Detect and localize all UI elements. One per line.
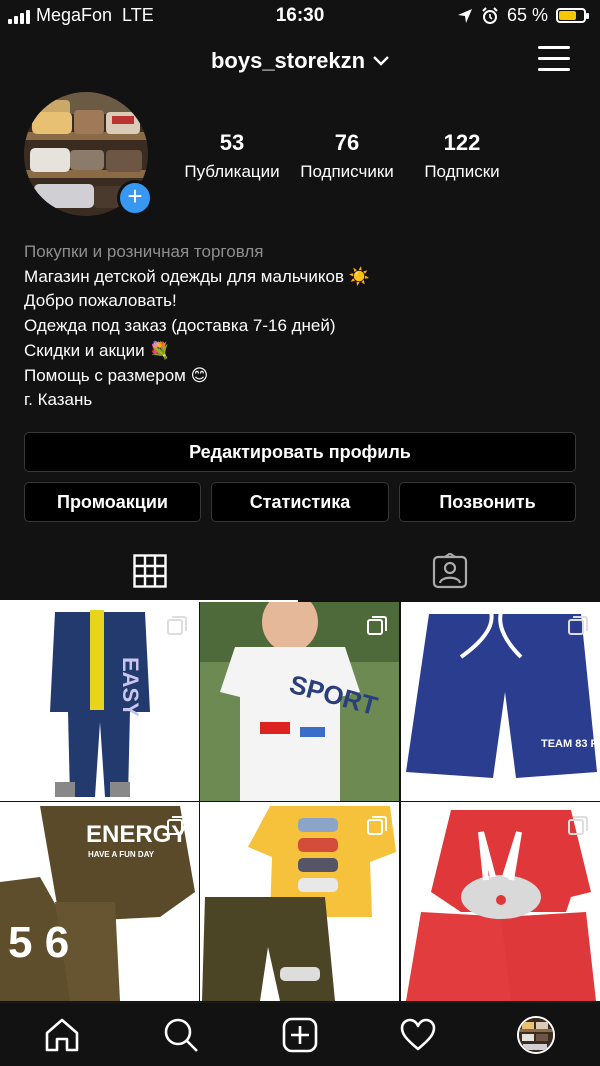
posts-count: 53 xyxy=(219,130,245,155)
bio-location: г. Казань xyxy=(24,390,93,410)
post-thumbnail[interactable] xyxy=(401,802,600,1001)
nav-profile[interactable] xyxy=(516,1015,556,1055)
search-icon xyxy=(164,1018,198,1052)
edit-profile-button[interactable]: Редактировать профиль xyxy=(24,432,576,472)
menu-icon[interactable] xyxy=(538,46,570,74)
home-icon xyxy=(45,1018,79,1052)
bio-line: Одежда под заказ (доставка 7-16 дней) xyxy=(24,316,336,336)
followers-count: 76 xyxy=(334,130,360,155)
location-icon xyxy=(457,8,472,23)
heart-icon xyxy=(400,1018,436,1051)
nav-activity[interactable] xyxy=(398,1015,438,1055)
battery-icon xyxy=(556,8,589,23)
grid-icon xyxy=(133,554,167,588)
post-numbers: 5 6 xyxy=(8,918,69,967)
multiple-photos-icon xyxy=(167,616,187,635)
insights-button[interactable]: Статистика xyxy=(211,482,389,522)
profile-stats: 53 Публикации 76 Подписчики 122 Подписки xyxy=(176,130,512,190)
nav-home[interactable] xyxy=(42,1015,82,1055)
add-post-icon xyxy=(282,1017,318,1053)
multiple-photos-icon xyxy=(568,816,588,835)
promotions-button[interactable]: Промоакции xyxy=(24,482,201,522)
stat-posts[interactable]: 53 Публикации xyxy=(176,130,288,182)
call-button[interactable]: Позвонить xyxy=(399,482,576,522)
following-label: Подписки xyxy=(424,162,500,181)
profile-avatar-icon xyxy=(517,1016,555,1054)
add-story-button[interactable]: + xyxy=(117,180,153,216)
post-thumbnail[interactable]: EASY xyxy=(0,602,199,801)
posts-grid: EASY SPORT TEAM 83 PLAYER xyxy=(0,602,600,1002)
posts-label: Публикации xyxy=(184,162,280,181)
profile-tabs xyxy=(0,540,600,602)
bio-line: Добро пожаловать! xyxy=(24,291,177,311)
status-bar: MegaFon LTE 16:30 65 % xyxy=(0,0,600,34)
stat-following[interactable]: 122 Подписки xyxy=(406,130,518,182)
post-text: EASY xyxy=(118,657,143,717)
tab-tagged[interactable] xyxy=(300,540,600,602)
battery-percent: 65 % xyxy=(506,5,548,25)
post-thumbnail[interactable] xyxy=(200,802,399,1001)
stat-followers[interactable]: 76 Подписчики xyxy=(291,130,403,182)
following-count: 122 xyxy=(443,130,481,155)
post-thumbnail[interactable]: ENERGY HAVE A FUN DAY 5 6 xyxy=(0,802,199,1001)
post-subtext: HAVE A FUN DAY xyxy=(88,850,155,859)
username: boys_storekzn xyxy=(210,48,366,73)
profile-category: Покупки и розничная торговля xyxy=(24,242,264,261)
chevron-down-icon xyxy=(373,53,389,71)
multiple-photos-icon xyxy=(367,616,387,635)
alarm-icon xyxy=(482,6,498,24)
post-thumbnail[interactable]: TEAM 83 PLAYER xyxy=(401,602,600,801)
post-thumbnail[interactable]: SPORT xyxy=(200,602,399,801)
multiple-photos-icon xyxy=(167,816,187,835)
profile-bio: Покупки и розничная торговля Магазин дет… xyxy=(24,240,584,413)
nav-new-post[interactable] xyxy=(280,1015,320,1055)
profile-header: boys_storekzn xyxy=(0,42,600,82)
status-right: 65 % xyxy=(457,5,589,26)
bottom-navigation xyxy=(0,1002,600,1066)
bio-line: Помощь с размером 😊 xyxy=(24,365,209,385)
multiple-photos-icon xyxy=(367,816,387,835)
username-switcher[interactable]: boys_storekzn xyxy=(0,48,600,74)
multiple-photos-icon xyxy=(568,616,588,635)
bio-line: Магазин детской одежды для мальчиков ☀️ xyxy=(24,266,370,286)
followers-label: Подписчики xyxy=(300,162,394,181)
post-text: TEAM 83 PLAYER xyxy=(541,738,600,750)
nav-search[interactable] xyxy=(161,1015,201,1055)
tagged-user-icon xyxy=(432,553,468,589)
bio-line: Скидки и акции 💐 xyxy=(24,340,171,360)
tab-posts-grid[interactable] xyxy=(0,540,300,602)
